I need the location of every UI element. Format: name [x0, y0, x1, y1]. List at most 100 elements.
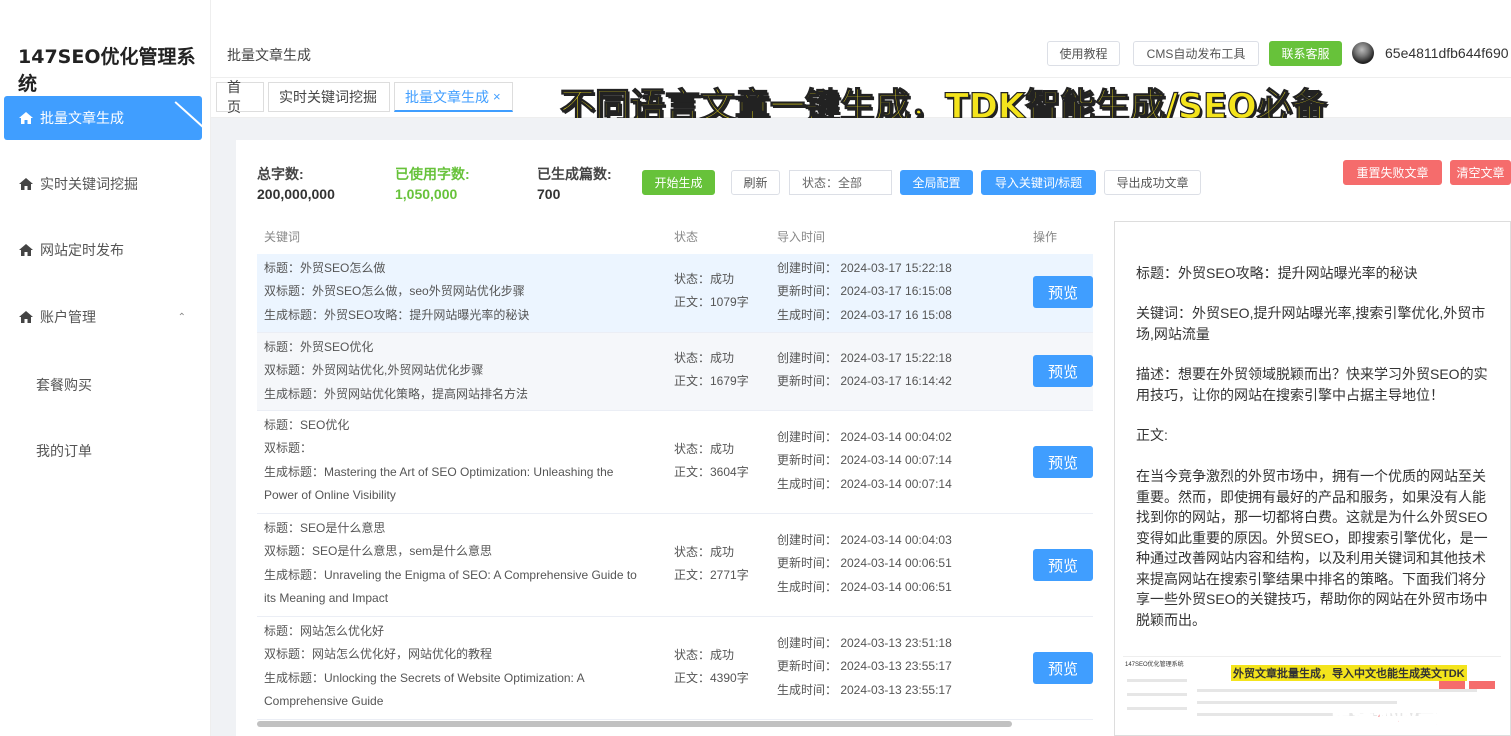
sidebar-item-account[interactable]: 账户管理 ⌃ [4, 295, 202, 339]
row-status: 状态：成功 [674, 351, 735, 365]
sidebar-subitem-orders[interactable]: 我的订单 [36, 441, 92, 461]
preview-title: 标题：外贸SEO攻略：提升网站曝光率的秘诀 [1136, 265, 1418, 281]
table-row[interactable]: 标题：SEO优化 双标题： 生成标题：Mastering the Art of … [257, 411, 1093, 514]
row-generated-time: 生成时间： 2024-03-13 23:55:17 [777, 682, 952, 697]
row-double-title: 双标题：网站怎么优化好，网站优化的教程 [264, 647, 493, 662]
row-generated-title: 生成标题：外贸网站优化策略，提高网站排名方法 [264, 386, 529, 401]
sidebar-item-label: 批量文章生成 [40, 110, 124, 126]
table-row[interactable]: 标题：外贸SEO怎么做 双标题：外贸SEO怎么做，seo外贸网站优化步骤 生成标… [257, 254, 1093, 333]
tab-keyword-mining[interactable]: 实时关键词挖掘 [268, 82, 390, 112]
row-generated-title-cont: its Meaning and Impact [264, 591, 389, 606]
status-select[interactable]: 状态：全部 [789, 170, 892, 195]
header: 批量文章生成 [211, 0, 1511, 78]
total-words-value: 200,000,000 [257, 186, 335, 202]
used-words-label: 已使用字数: [395, 166, 470, 182]
reset-failed-button[interactable]: 重置失败文章 [1343, 160, 1442, 185]
home-icon [19, 178, 33, 190]
row-generated-title: 生成标题：Unraveling the Enigma of SEO: A Com… [264, 567, 637, 582]
thumbnail-caption: 外贸文章批量生成，导入中文也能生成英文TDK [1231, 665, 1467, 681]
username[interactable]: 65e4811dfb644f690 [1385, 45, 1509, 61]
tutorial-button[interactable]: 使用教程 [1047, 41, 1120, 66]
row-title: 标题：SEO优化 [264, 418, 350, 432]
generated-count-label: 已生成篇数: [537, 166, 612, 182]
preview-button[interactable]: 预览 [1033, 446, 1093, 478]
chevron-up-icon[interactable]: ⌃ [178, 312, 186, 323]
global-config-button[interactable]: 全局配置 [900, 170, 973, 195]
sidebar-item-keyword-mining[interactable]: 实时关键词挖掘 [4, 162, 202, 206]
row-double-title: 双标题：SEO是什么意思，sem是什么意思 [264, 544, 493, 559]
preview-body: 在当今竞争激烈的外贸市场中，拥有一个优质的网站至关重要。然而，即使拥有最好的产品… [1136, 468, 1488, 628]
column-header-action: 操作 [1033, 230, 1058, 244]
row-word-count: 正文：1079字 [674, 295, 749, 310]
row-double-title: 双标题：外贸网站优化,外贸网站优化步骤 [264, 363, 484, 378]
close-icon[interactable]: × [493, 89, 501, 104]
preview-description: 描述：想要在外贸领域脱颖而出？快来学习外贸SEO的实用技巧，让你的网站在搜索引擎… [1136, 366, 1488, 403]
row-created-time: 创建时间： 2024-03-17 15:22:18 [777, 261, 952, 275]
row-status: 状态：成功 [674, 545, 735, 559]
column-header-status: 状态 [674, 230, 699, 244]
row-created-time: 创建时间： 2024-03-14 00:04:02 [777, 430, 952, 444]
row-generated-time: 生成时间： 2024-03-14 00:07:14 [777, 476, 952, 491]
row-word-count: 正文：1679字 [674, 374, 749, 389]
sidebar-item-scheduled-publish[interactable]: 网站定时发布 [4, 228, 202, 272]
preview-button[interactable]: 预览 [1033, 276, 1093, 308]
row-generated-title: 生成标题：Mastering the Art of SEO Optimizati… [264, 464, 614, 479]
row-double-title: 双标题： [264, 441, 313, 456]
preview-button[interactable]: 预览 [1033, 355, 1093, 387]
row-word-count: 正文：3604字 [674, 465, 749, 480]
row-status: 状态：成功 [674, 272, 735, 286]
tab-batch-article[interactable]: 批量文章生成 × [394, 82, 513, 112]
start-generate-button[interactable]: 开始生成 [642, 170, 715, 195]
row-word-count: 正文：4390字 [674, 671, 749, 686]
row-title: 标题：外贸SEO优化 [264, 340, 374, 354]
export-articles-button[interactable]: 导出成功文章 [1104, 170, 1201, 195]
row-generated-title: 生成标题：Unlocking the Secrets of Website Op… [264, 670, 585, 685]
watermark: 星链秒收录 [1329, 706, 1441, 732]
import-keywords-button[interactable]: 导入关键词/标题 [981, 170, 1096, 195]
preview-keywords: 关键词：外贸SEO,提升网站曝光率,搜索引擎优化,外贸市场,网站流量 [1136, 305, 1486, 342]
horizontal-scrollbar[interactable] [257, 721, 1012, 727]
row-generated-title-cont: Comprehensive Guide [264, 694, 384, 709]
row-status: 状态：成功 [674, 442, 735, 456]
preview-body-label: 正文: [1136, 427, 1168, 443]
row-created-time: 创建时间： 2024-03-14 00:04:03 [777, 533, 952, 547]
row-status: 状态：成功 [674, 648, 735, 662]
sidebar-subitem-package[interactable]: 套餐购买 [36, 375, 92, 395]
sidebar-item-batch-article[interactable]: 批量文章生成 [4, 96, 202, 140]
preview-button[interactable]: 预览 [1033, 549, 1093, 581]
contact-service-button[interactable]: 联系客服 [1269, 41, 1342, 66]
row-generated-title: 生成标题：外贸SEO攻略：提升网站曝光率的秘诀 [264, 307, 530, 322]
column-header-keyword: 关键词 [264, 230, 301, 244]
row-created-time: 创建时间： 2024-03-13 23:51:18 [777, 636, 952, 650]
row-generated-time: 生成时间： 2024-03-14 00:06:51 [777, 579, 952, 594]
row-generated-time: 生成时间： 2024-03-17 16 15:08 [777, 307, 952, 322]
refresh-button[interactable]: 刷新 [731, 170, 780, 195]
breadcrumb: 批量文章生成 [227, 47, 311, 63]
table-row[interactable]: 标题：外贸SEO优化 双标题：外贸网站优化,外贸网站优化步骤 生成标题：外贸网站… [257, 333, 1093, 411]
row-title: 标题：SEO是什么意思 [264, 521, 386, 535]
article-preview-panel: 标题：外贸SEO攻略：提升网站曝光率的秘诀 关键词：外贸SEO,提升网站曝光率,… [1114, 221, 1511, 736]
table-row[interactable]: 标题：SEO是什么意思 双标题：SEO是什么意思，sem是什么意思 生成标题：U… [257, 514, 1093, 617]
tab-home[interactable]: 首页 [216, 79, 264, 115]
clear-articles-button[interactable]: 清空文章 [1450, 160, 1511, 185]
row-created-time: 创建时间： 2024-03-17 15:22:18 [777, 351, 952, 365]
preview-button[interactable]: 预览 [1033, 652, 1093, 684]
used-words-value: 1,050,000 [395, 186, 458, 202]
row-generated-title-cont: Power of Online Visibility [264, 488, 396, 503]
app-logo: 147SEO优化管理系统 [18, 46, 196, 95]
table-row[interactable]: 标题：网站怎么优化好 双标题：网站怎么优化好，网站优化的教程 生成标题：Unlo… [257, 617, 1093, 720]
generated-count-value: 700 [537, 186, 561, 202]
sidebar-item-label: 网站定时发布 [40, 242, 124, 258]
tab-label: 批量文章生成 [405, 88, 489, 105]
home-icon [19, 112, 33, 124]
home-icon [19, 311, 33, 323]
row-title: 标题：网站怎么优化好 [264, 624, 385, 638]
row-double-title: 双标题：外贸SEO怎么做，seo外贸网站优化步骤 [264, 284, 525, 299]
avatar[interactable] [1352, 42, 1374, 64]
cms-tool-button[interactable]: CMS自动发布工具 [1133, 41, 1259, 66]
sidebar-item-label: 账户管理 [40, 309, 96, 325]
total-words-label: 总字数: [257, 166, 304, 182]
row-updated-time: 更新时间： 2024-03-14 00:07:14 [777, 453, 952, 468]
sidebar-item-label: 实时关键词挖掘 [40, 176, 138, 192]
row-updated-time: 更新时间： 2024-03-13 23:55:17 [777, 659, 952, 674]
